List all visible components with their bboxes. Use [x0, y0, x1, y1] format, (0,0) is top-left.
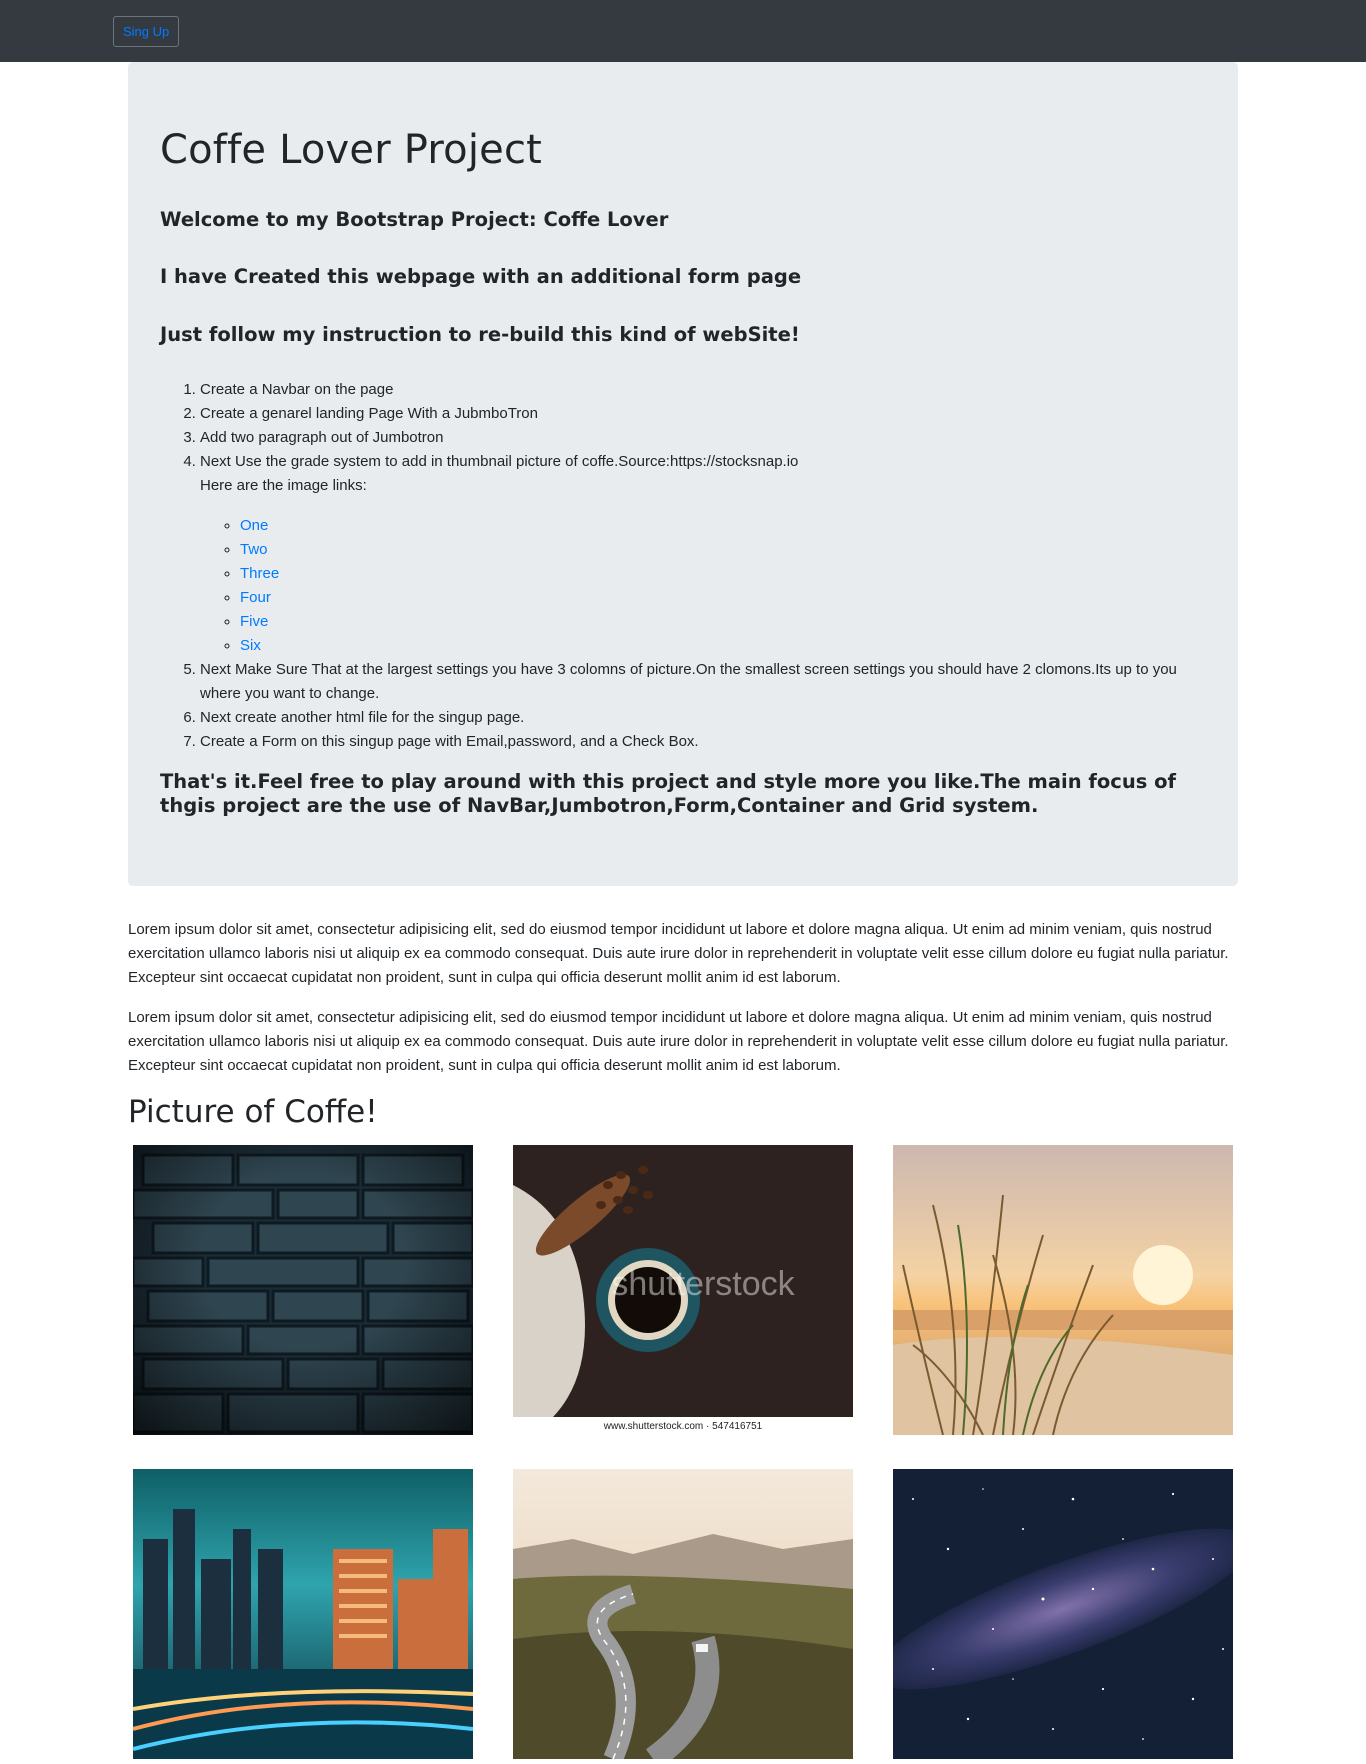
step-text: Create a Navbar on the page	[200, 381, 394, 399]
step-text: Next Use the grade system to add in thum…	[200, 453, 799, 471]
list-item: Two	[240, 538, 1206, 562]
jumbotron-subtitle-3: Just follow my instruction to re-build t…	[160, 322, 800, 346]
image-link-one[interactable]: One	[240, 517, 268, 534]
image-link-two[interactable]: Two	[240, 541, 268, 558]
navbar: Sing Up	[0, 0, 1366, 62]
image-link-list: One Two Three Four Five Six	[200, 514, 1206, 658]
watermark-text: shutterstock	[611, 1265, 795, 1303]
step-text: Create a Form on this singup page with E…	[200, 733, 699, 751]
thumbnail-milky-way	[893, 1469, 1233, 1759]
stone-wall-image	[133, 1145, 473, 1435]
list-item: Three	[240, 562, 1206, 586]
step-text: Add two paragraph out of Jumbotron	[200, 429, 444, 447]
step-text: Next Make Sure That at the largest setti…	[200, 661, 1177, 703]
image-links-intro: Here are the image links:	[200, 477, 367, 495]
coffee-cup-image: shutterstock www.shutterstock.com · 5474…	[513, 1145, 853, 1435]
list-item: One	[240, 514, 1206, 538]
step-item: Create a Form on this singup page with E…	[200, 730, 1206, 754]
list-item: Six	[240, 634, 1206, 658]
step-item: Next Use the grade system to add in thum…	[200, 450, 1206, 658]
pictures-heading: Picture of Coffe!	[128, 1094, 378, 1130]
image-link-six[interactable]: Six	[240, 637, 261, 654]
page-title: Coffe Lover Project	[160, 127, 543, 173]
jumbotron: Coffe Lover Project Welcome to my Bootst…	[128, 62, 1238, 886]
list-item: Five	[240, 610, 1206, 634]
step-text: Next create another html file for the si…	[200, 709, 525, 727]
jumbotron-subtitle-1: Welcome to my Bootstrap Project: Coffe L…	[160, 208, 669, 231]
image-link-three[interactable]: Three	[240, 565, 279, 582]
step-item: Add two paragraph out of Jumbotron	[200, 426, 1206, 450]
step-item: Create a Navbar on the page	[200, 378, 1206, 402]
jumbotron-outro: That's it.Feel free to play around with …	[160, 770, 1176, 818]
jumbotron-subtitle-2: I have Created this webpage with an addi…	[160, 265, 802, 289]
signup-button[interactable]: Sing Up	[113, 16, 180, 47]
step-item: Create a genarel landing Page With a Jub…	[200, 402, 1206, 426]
thumbnail-highway	[513, 1469, 853, 1759]
milky-way-image	[893, 1469, 1233, 1759]
city-night-image	[133, 1469, 473, 1759]
image-link-five[interactable]: Five	[240, 613, 268, 630]
image-link-four[interactable]: Four	[240, 589, 271, 606]
main-content: Lorem ipsum dolor sit amet, consectetur …	[128, 918, 1238, 1131]
image-caption: www.shutterstock.com · 547416751	[603, 1421, 763, 1432]
instruction-list: Create a Navbar on the page Create a gen…	[160, 378, 1206, 754]
beach-sunset-image	[893, 1145, 1233, 1435]
paragraph-2: Lorem ipsum dolor sit amet, consectetur …	[128, 1009, 1229, 1074]
thumbnail-city-night	[133, 1469, 473, 1759]
paragraph-1: Lorem ipsum dolor sit amet, consectetur …	[128, 921, 1229, 986]
highway-image	[513, 1469, 853, 1759]
thumbnail-beach-sunset	[893, 1145, 1233, 1435]
step-text: Create a genarel landing Page With a Jub…	[200, 405, 538, 423]
list-item: Four	[240, 586, 1206, 610]
step-item: Next create another html file for the si…	[200, 706, 1206, 730]
thumbnail-coffee-cup: shutterstock www.shutterstock.com · 5474…	[513, 1145, 853, 1435]
step-item: Next Make Sure That at the largest setti…	[200, 658, 1206, 706]
thumbnail-stone-wall	[133, 1145, 473, 1435]
